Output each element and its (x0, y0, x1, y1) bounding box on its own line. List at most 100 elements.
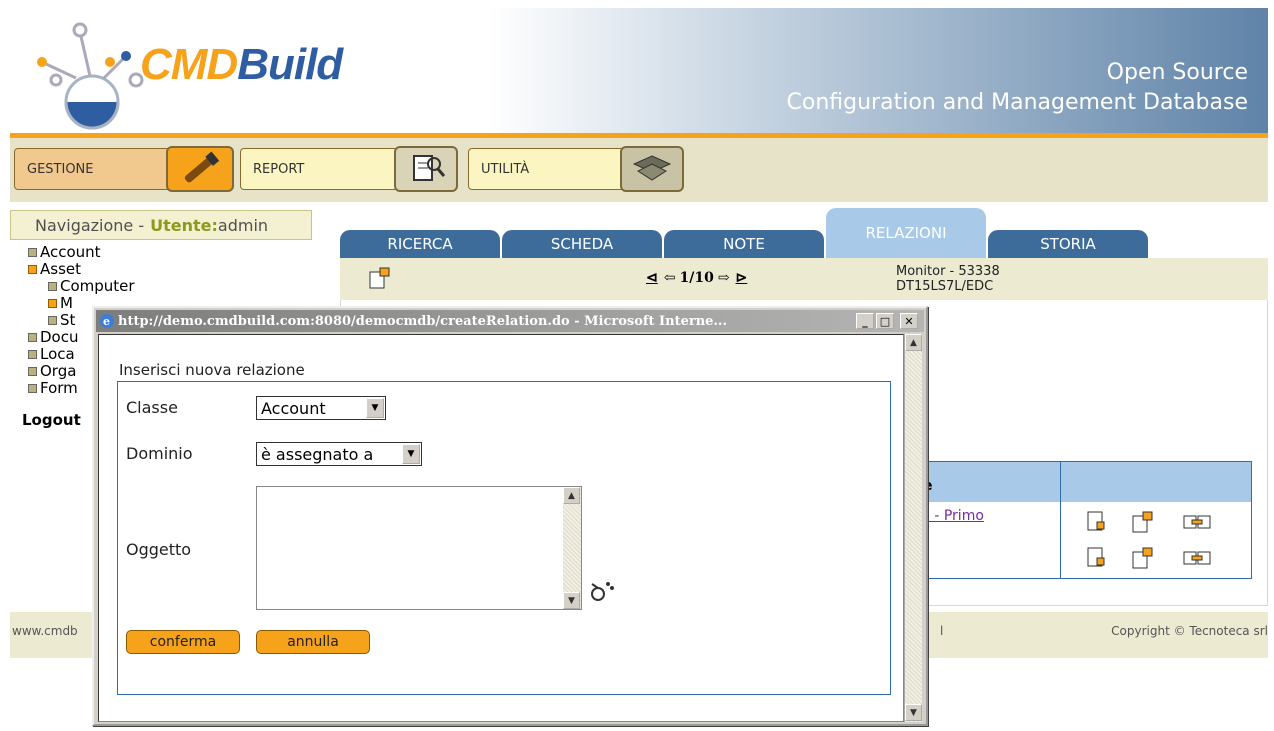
logo-cmd: CMD (140, 40, 238, 89)
link-icon[interactable] (1183, 548, 1211, 568)
last-page-icon[interactable]: ⊳ (736, 270, 748, 286)
popup-titlebar[interactable]: e http://demo.cmdbuild.com:8080/democmdb… (96, 310, 924, 332)
popup-title: http://demo.cmdbuild.com:8080/democmdb/c… (118, 313, 727, 329)
footer-left: www.cmdb (12, 624, 78, 638)
nav-item-computer[interactable]: Computer (28, 278, 312, 295)
create-relation-popup: e http://demo.cmdbuild.com:8080/democmdb… (92, 306, 928, 726)
tab-label: RELAZIONI (865, 224, 947, 242)
header-subtitle-2: Configuration and Management Database (786, 90, 1248, 115)
table-header: e (899, 462, 1251, 502)
cancel-label: annulla (287, 634, 339, 650)
nav-item-label: St (60, 311, 76, 329)
new-card-icon[interactable] (1131, 510, 1155, 534)
minimize-button[interactable]: _ (856, 313, 874, 329)
new-card-icon[interactable] (1131, 546, 1155, 570)
footer-copyright: Copyright © Tecnoteca srl (1111, 624, 1268, 638)
oggetto-scrollbar[interactable]: ▲ ▼ (563, 487, 581, 609)
classe-select[interactable]: Account ▼ (256, 396, 386, 420)
chevron-down-icon[interactable]: ▼ (366, 398, 384, 418)
scroll-down-icon[interactable]: ▼ (905, 704, 922, 721)
tab-note[interactable]: NOTE (664, 230, 824, 258)
menu-report-button[interactable]: REPORT (240, 148, 400, 190)
pager-value: 1/10 (679, 270, 714, 286)
close-button[interactable]: ✕ (900, 313, 918, 329)
oggetto-listbox[interactable]: ▲ ▼ (256, 486, 582, 610)
nav-item-label: Docu (40, 328, 79, 346)
oggetto-label: Oggetto (126, 540, 192, 559)
scroll-up-icon[interactable]: ▲ (905, 334, 922, 351)
tab-storia[interactable]: STORIA (988, 230, 1148, 258)
nav-item-label: Form (40, 379, 78, 397)
pager: ⊲ ⇦ 1/10 ⇨ ⊳ (646, 270, 747, 286)
nav-item-label: Account (40, 243, 101, 261)
document-search-icon[interactable] (394, 146, 458, 192)
dominio-select[interactable]: è assegnato a ▼ (256, 442, 422, 466)
expand-icon[interactable] (28, 248, 37, 257)
nav-item-label: Orga (40, 362, 77, 380)
edit-card-icon[interactable] (1085, 510, 1109, 534)
edit-card-icon[interactable] (1085, 546, 1109, 570)
expand-icon[interactable] (28, 333, 37, 342)
user-name: admin (217, 215, 269, 235)
first-page-icon[interactable]: ⊲ (646, 270, 658, 286)
menu-utilita-label: UTILITÀ (481, 161, 530, 177)
dominio-label: Dominio (126, 444, 193, 463)
scroll-down-icon[interactable]: ▼ (563, 592, 580, 609)
scroll-up-icon[interactable]: ▲ (563, 487, 580, 504)
nav-item-asset[interactable]: Asset (28, 261, 312, 278)
confirm-label: conferma (149, 634, 217, 650)
expand-icon[interactable] (48, 316, 57, 325)
table-header-cell (1061, 462, 1251, 502)
expand-icon[interactable] (28, 384, 37, 393)
card-title: Monitor - 53338 DT15LS7L/EDC (896, 264, 1000, 294)
expand-icon[interactable] (28, 350, 37, 359)
popup-scrollbar[interactable]: ▲ ▼ (904, 334, 922, 722)
link-icon[interactable] (1183, 512, 1211, 532)
card-title-line2: DT15LS7L/EDC (896, 279, 994, 294)
navigation-title: Navigazione - Utente: admin (10, 210, 312, 240)
tab-label: SCHEDA (550, 235, 614, 253)
expand-icon[interactable] (48, 299, 57, 308)
cancel-button[interactable]: annulla (256, 630, 370, 654)
prev-page-icon[interactable]: ⇦ (664, 270, 676, 286)
popup-content: Inserisci nuova relazione Classe Account… (98, 334, 904, 722)
brand-logo-text: CMDBuild (140, 40, 343, 90)
menu-utilita-button[interactable]: UTILITÀ (468, 148, 628, 190)
nav-item-label: M (60, 294, 73, 312)
classe-label: Classe (126, 398, 178, 417)
internet-explorer-icon: e (100, 314, 114, 328)
new-card-icon[interactable] (368, 266, 392, 292)
new-relation-form: Classe Account ▼ Dominio è assegnato a ▼… (117, 381, 891, 695)
confirm-button[interactable]: conferma (126, 630, 240, 654)
user-label: Utente: (150, 215, 218, 235)
chevron-down-icon[interactable]: ▼ (402, 444, 420, 464)
card-title-line1: Monitor - 53338 (896, 264, 1000, 279)
classe-value: Account (261, 398, 326, 418)
tab-label: STORIA (1040, 235, 1096, 253)
next-page-icon[interactable]: ⇨ (718, 270, 730, 286)
dominio-value: è assegnato a (261, 444, 374, 464)
relations-table: e 1 - Primo (898, 461, 1252, 579)
tab-relazioni[interactable]: RELAZIONI (826, 208, 986, 258)
tab-scheda[interactable]: SCHEDA (502, 230, 662, 258)
maximize-button[interactable]: □ (876, 313, 894, 329)
nav-title-prefix: Navigazione - (35, 215, 145, 235)
nav-item-account[interactable]: Account (28, 244, 312, 261)
tab-label: NOTE (723, 235, 765, 253)
tab-ricerca[interactable]: RICERCA (340, 230, 500, 258)
app-header: CMDBuild Open Source Configuration and M… (10, 8, 1268, 138)
relation-link[interactable]: 1 - Primo (921, 508, 984, 524)
svg-text:e: e (103, 315, 110, 328)
header-subtitle-1: Open Source (1106, 60, 1248, 85)
layers-icon[interactable] (620, 146, 684, 192)
menu-report-label: REPORT (253, 161, 305, 177)
expand-icon[interactable] (48, 282, 57, 291)
expand-icon[interactable] (28, 265, 37, 274)
expand-icon[interactable] (28, 367, 37, 376)
tools-icon[interactable] (166, 146, 234, 192)
nav-item-label: Asset (40, 260, 82, 278)
search-object-icon[interactable] (586, 578, 616, 604)
menu-gestione-label: GESTIONE (27, 161, 94, 177)
menu-gestione-button[interactable]: GESTIONE (14, 148, 174, 190)
footer-mid: l (940, 624, 944, 638)
